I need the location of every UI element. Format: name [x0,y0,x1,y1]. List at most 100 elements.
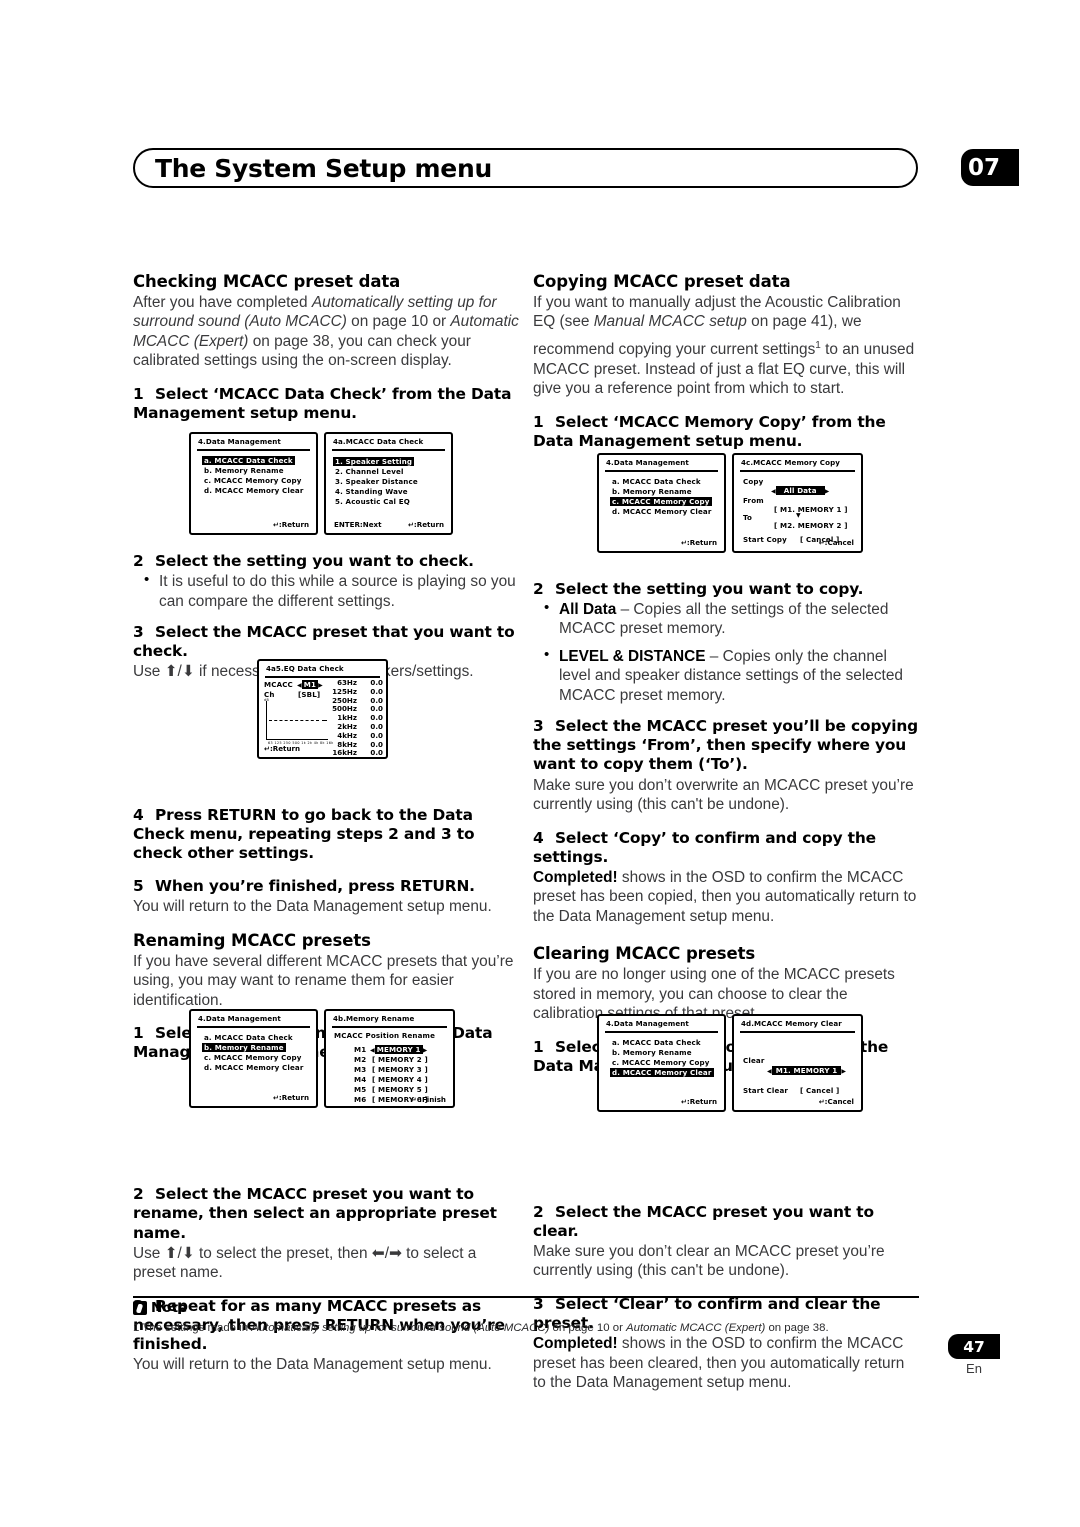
osd-mcacc-value: M1 [301,680,319,689]
osd-clear-selector[interactable]: M1. MEMORY 1 [767,1066,846,1075]
osd-item[interactable]: 3. Speaker Distance [335,477,418,486]
osd-item[interactable]: a. MCACC Data Check [612,477,701,486]
osd-item[interactable]: c. MCACC Memory Copy [612,1058,710,1067]
note-icon [133,1301,147,1315]
osd-item[interactable]: c. MCACC Memory Copy [204,476,302,485]
osd-divider [332,1026,447,1028]
osd-slot-name[interactable]: [ MEMORY 4 ] [372,1075,428,1084]
page-title: The System Setup menu [155,154,492,183]
osd-item[interactable]: d. MCACC Memory Clear [204,1063,304,1072]
osd-item-selected[interactable]: d. MCACC Memory Clear [610,1068,714,1077]
heading-checking-mcacc-preset-data: Checking MCACC preset data [133,272,401,291]
osd-slot-label: M5 [354,1085,367,1094]
step-4-copying: 4 Select ‘Copy’ to confirm and copy the s… [533,828,876,866]
osd-slot-name[interactable]: [ MEMORY 2 ] [372,1055,428,1064]
osd-eq-curve [269,720,319,721]
osd-mcacc-memory-clear: 4d.MCACC Memory Clear Clear M1. MEMORY 1… [732,1014,863,1112]
heading-clearing-mcacc-presets: Clearing MCACC presets [533,944,756,964]
osd-ch-value: [SBL] [298,690,321,699]
osd-data-management-4: 4.Data Management a. MCACC Data Check b.… [597,1014,726,1112]
step-5-checking: 5 When you’re finished, press RETURN. [133,877,475,896]
osd-divider [605,470,718,472]
osd-start-clear-button[interactable]: [ Cancel ] [800,1086,839,1095]
chapter-badge: 07 [961,149,1019,186]
osd-divider [740,470,855,472]
osd-slot-name: MEMORY 1 [374,1045,423,1054]
step-5-body-checking: You will return to the Data Management s… [133,898,492,916]
osd-title: 4.Data Management [198,437,281,446]
osd-title: 4a5.EQ Data Check [266,664,344,673]
intro-copying-b: recommend copying your current settings1… [533,339,915,398]
osd-return-label: ↵:Return [407,520,444,529]
osd-slot-name[interactable]: [ MEMORY 3 ] [372,1065,428,1074]
intro-clearing: If you are no longer using one of the MC… [533,966,895,1023]
osd-item[interactable]: 5. Acoustic Cal EQ [335,497,410,506]
osd-subtitle: MCACC Position Rename [334,1031,436,1040]
step-2-clearing: 2 Select the MCACC preset you want to cle… [533,1202,874,1240]
osd-divider [265,676,380,678]
osd-divider [332,449,445,451]
osd-item[interactable]: b. Memory Rename [612,1048,692,1057]
manual-page: The System Setup menu 07 Checking MCACC … [0,0,1080,1527]
osd-item[interactable]: d. MCACC Memory Clear [204,486,304,495]
osd-item[interactable]: a. MCACC Data Check [612,1038,701,1047]
osd-mcacc-memory-copy: 4c.MCACC Memory Copy Copy All Data From … [732,453,863,553]
footnote-text: 1 The settings made in Automatically set… [133,1322,829,1334]
list-item: It is useful to do this while a source i… [133,571,521,611]
osd-label-mcacc: MCACC [264,680,293,689]
osd-cancel-label: ↵:Cancel [818,538,854,547]
osd-clear-value: M1. MEMORY 1 [771,1066,842,1075]
osd-item-selected[interactable]: a. MCACC Data Check [202,456,295,465]
list-item: All Data – Copies all the settings of th… [533,599,921,639]
osd-item[interactable]: b. Memory Rename [204,466,284,475]
osd-item[interactable]: 2. Channel Level [335,467,404,476]
osd-item[interactable]: a. MCACC Data Check [204,1033,293,1042]
osd-item[interactable]: d. MCACC Memory Clear [612,507,712,516]
intro-checking: After you have completed Automatically s… [133,294,519,370]
page-language: En [966,1361,982,1376]
osd-item[interactable]: c. MCACC Memory Copy [204,1053,302,1062]
footer-divider [133,1296,919,1299]
osd-data-management-2: 4.Data Management a. MCACC Data Check b.… [189,1009,318,1108]
step-4-checking: 4 Press RETURN to go back to the Data Che… [133,805,475,863]
osd-item[interactable]: b. Memory Rename [612,487,692,496]
osd-to-value[interactable]: [ M2. MEMORY 2 ] [774,521,848,530]
list-item: LEVEL & DISTANCE – Copies only the chann… [533,646,921,705]
intro-renaming: If you have several different MCACC pres… [133,952,514,1009]
osd-copy-selector[interactable]: All Data [771,486,829,495]
osd-slot-name[interactable]: [ MEMORY 5 ] [372,1085,428,1094]
osd-label-clear: Clear [743,1056,765,1065]
osd-slot-label: M1 [354,1045,367,1054]
osd-item[interactable]: 4. Standing Wave [335,487,408,496]
arrow-down-icon: ▼ [796,512,801,519]
osd-item-selected[interactable]: b. Memory Rename [202,1043,286,1052]
osd-label-copy: Copy [743,477,764,486]
osd-label-start-copy: Start Copy [743,535,787,544]
page-header: The System Setup menu [133,148,933,192]
step-3-checking: 3 Select the MCACC preset that you want t… [133,623,515,661]
osd-return-label: ↵:Return [680,1097,717,1106]
osd-eq-trim-value: 0.0 [359,758,383,759]
osd-divider [197,449,310,451]
osd-slot-label: M6 [354,1095,367,1104]
osd-eq-value-list: 0.0 0.0 0.0 0.0 0.0 0.0 0.0 0.0 0.0 0.0 [359,678,383,759]
osd-return-label: ↵:Return [272,520,309,529]
osd-slot-label: M3 [354,1065,367,1074]
heading-renaming-mcacc-presets: Renaming MCACC presets [133,930,371,950]
step-2-body-clearing: Make sure you don’t clear an MCACC prese… [533,1242,885,1280]
osd-rename-selector[interactable]: MEMORY 1 [370,1045,427,1054]
osd-item-selected[interactable]: 1. Speaker Setting [333,457,415,466]
osd-slot-label: M2 [354,1055,367,1064]
step-1-checking: 1 Select ‘MCACC Data Check’ from the Data… [133,384,512,423]
osd-title: 4b.Memory Rename [333,1014,415,1023]
note-label: Note [151,1300,188,1316]
osd-data-management-3: 4.Data Management a. MCACC Data Check b.… [597,453,726,553]
osd-from-value[interactable]: [ M1. MEMORY 1 ] [774,505,848,514]
page-number-badge: 47 [948,1334,1000,1359]
osd-title: 4c.MCACC Memory Copy [741,458,840,467]
intro-copying-a: If you want to manually adjust the Acous… [533,294,901,331]
osd-item-selected[interactable]: c. MCACC Memory Copy [610,497,712,506]
right-column: Copying MCACC preset data If you want to… [533,272,921,1407]
step-4-body-copying: Completed! shows in the OSD to confirm t… [533,868,917,925]
osd-eq-y-axis [266,701,268,739]
